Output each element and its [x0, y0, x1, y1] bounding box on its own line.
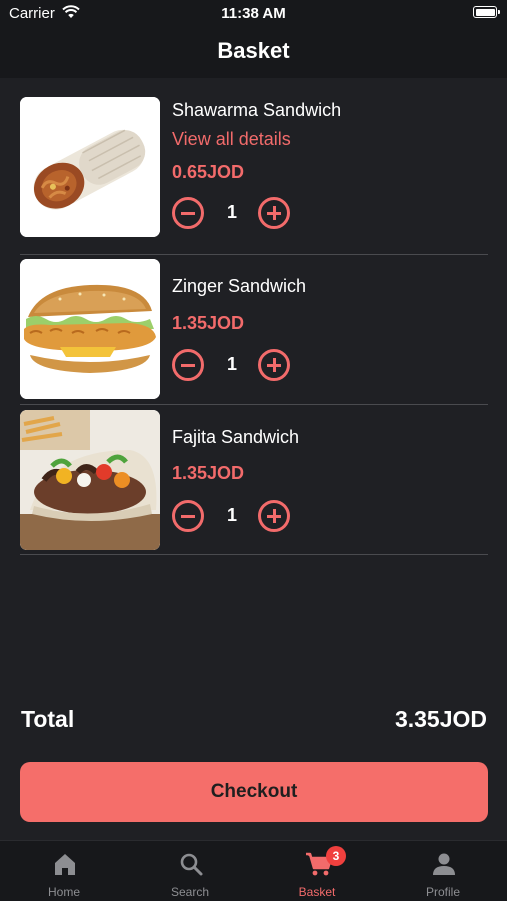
status-bar: Carrier 11:38 AM [0, 0, 507, 28]
basket-item-shawarma: Shawarma Sandwich View all details 0.65J… [20, 96, 488, 255]
item-price: 1.35JOD [172, 463, 245, 483]
search-icon [178, 851, 204, 877]
basket-item-zinger: Zinger Sandwich 1.35JOD 1 [20, 258, 488, 405]
total-label: Total [21, 706, 75, 732]
zinger-image [20, 259, 160, 399]
quantity-stepper: 1 [172, 500, 302, 536]
tab-home[interactable]: Home [1, 841, 127, 901]
decrement-button[interactable] [172, 349, 204, 381]
basket-item-fajita: Fajita Sandwich 1.35JOD 1 [20, 409, 488, 555]
tab-profile[interactable]: Profile [380, 841, 506, 901]
fajita-image [20, 410, 160, 550]
item-price: 1.35JOD [172, 313, 245, 333]
person-icon [431, 851, 457, 877]
quantity-value: 1 [226, 202, 237, 222]
battery-icon [473, 6, 500, 18]
item-name: Fajita Sandwich [172, 427, 300, 447]
shawarma-image [20, 97, 160, 237]
quantity-stepper: 1 [172, 349, 302, 385]
increment-button[interactable] [258, 500, 290, 532]
tab-label: Search [170, 885, 210, 899]
tab-basket[interactable]: 3 Basket [254, 841, 380, 901]
clock-label: 11:38 AM [221, 5, 286, 22]
decrement-button[interactable] [172, 500, 204, 532]
home-icon [52, 851, 78, 877]
cart-count-badge: 3 [326, 846, 346, 866]
increment-button[interactable] [258, 349, 290, 381]
tab-label: Profile [425, 885, 460, 899]
tab-label: Basket [298, 885, 336, 899]
quantity-stepper: 1 [172, 197, 302, 233]
checkout-button[interactable]: Checkout [20, 762, 488, 822]
decrement-button[interactable] [172, 197, 204, 229]
nav-header: Basket [0, 28, 507, 78]
tab-search[interactable]: Search [127, 841, 253, 901]
item-name: Shawarma Sandwich [172, 100, 342, 120]
tab-bar: Home Search 3 Basket Profile [0, 840, 507, 901]
tab-label: Home [47, 885, 80, 899]
increment-button[interactable] [258, 197, 290, 229]
quantity-value: 1 [226, 505, 237, 525]
view-details-link[interactable]: View all details [172, 129, 291, 150]
item-price: 0.65JOD [172, 162, 245, 182]
quantity-value: 1 [226, 354, 237, 374]
total-value: 3.35JOD [394, 706, 487, 732]
item-name: Zinger Sandwich [172, 276, 307, 296]
page-title: Basket [217, 38, 290, 63]
